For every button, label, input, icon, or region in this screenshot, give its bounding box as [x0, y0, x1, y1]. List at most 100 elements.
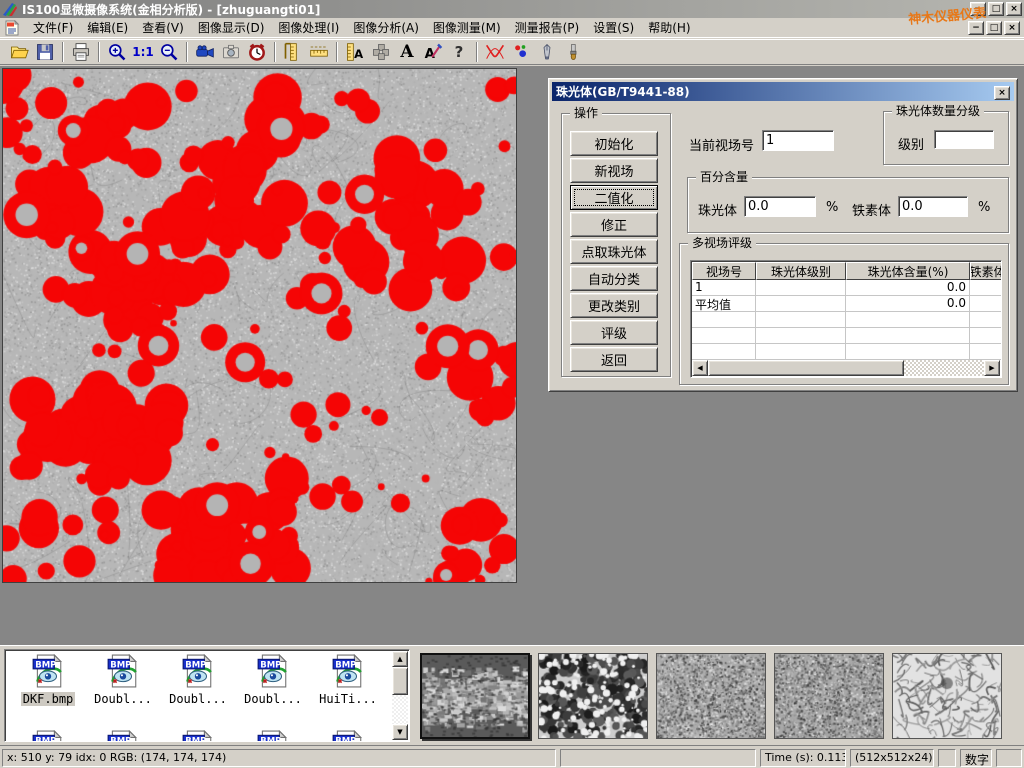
stamp-button[interactable] — [368, 41, 394, 63]
ruler-button[interactable] — [306, 41, 332, 63]
svg-text:BMP: BMP — [260, 660, 281, 670]
open-button[interactable] — [6, 41, 32, 63]
thumbnail-2[interactable] — [538, 653, 648, 739]
close-button[interactable]: × — [1006, 2, 1022, 16]
binarize-button[interactable]: 二值化 — [570, 185, 658, 210]
current-field-input[interactable] — [762, 130, 834, 151]
snapshot-button[interactable] — [218, 41, 244, 63]
child-restore-button[interactable]: □ — [986, 21, 1002, 35]
auto-classify-button[interactable]: 自动分类 — [570, 266, 658, 291]
file-item[interactable]: BMPHuiTi... — [311, 654, 385, 706]
rating-table: 视场号 珠光体级别 珠光体含量(%) 铁素体含量(%) 1 0.0 平均值 — [690, 260, 1002, 378]
minimize-button[interactable]: − — [970, 2, 986, 16]
file-item[interactable]: BMPDoubl... — [236, 654, 310, 706]
bmp-file-icon: BMP — [256, 730, 290, 742]
ruler-icon — [308, 42, 330, 62]
col-pearlite-level[interactable]: 珠光体级别 — [756, 262, 846, 280]
caliper-measure-button[interactable] — [280, 41, 306, 63]
empty-status-panel — [560, 749, 756, 767]
thumbnail-5[interactable] — [892, 653, 1002, 739]
menu-image-analysis[interactable]: 图像分析(A) — [346, 17, 426, 38]
rate-button[interactable]: 评级 — [570, 320, 658, 345]
file-scrollbar-thumb[interactable] — [392, 667, 408, 695]
svg-text:BMP: BMP — [110, 660, 131, 670]
level-input[interactable] — [934, 130, 994, 149]
child-minimize-button[interactable]: − — [968, 21, 984, 35]
scrollbar-thumb[interactable] — [708, 360, 904, 376]
pen-tool-button[interactable] — [534, 41, 560, 63]
table-row[interactable]: 平均值 0.0 — [692, 296, 1002, 312]
file-item[interactable]: BMP — [236, 730, 310, 742]
metallograph-image[interactable] — [2, 68, 517, 583]
clock-icon — [247, 42, 267, 62]
bmp-file-icon: BMP — [181, 730, 215, 742]
pearlite-dialog: 珠光体(GB/T9441-88) × 操作 初始化 新视场 二值化 修正 点取珠… — [548, 78, 1018, 392]
file-item[interactable]: BMP — [311, 730, 385, 742]
save-button[interactable] — [32, 41, 58, 63]
file-item[interactable]: BMP — [161, 730, 235, 742]
zoom-in-button[interactable] — [104, 41, 130, 63]
menu-image-processing[interactable]: 图像处理(I) — [271, 17, 346, 38]
menu-edit[interactable]: 编辑(E) — [80, 17, 135, 38]
svg-text:A: A — [354, 47, 363, 61]
dialog-title-bar[interactable]: 珠光体(GB/T9441-88) × — [552, 82, 1014, 101]
bmp-file-icon: BMP — [256, 654, 290, 688]
col-ferrite-pct[interactable]: 铁素体含量(%) — [970, 262, 1002, 280]
file-name: DKF.bmp — [21, 692, 76, 706]
restore-button[interactable]: □ — [988, 2, 1004, 16]
menu-measure-report[interactable]: 测量报告(P) — [508, 17, 587, 38]
curve-cut-button[interactable] — [482, 41, 508, 63]
child-close-button[interactable]: × — [1004, 21, 1020, 35]
ferrite-percent-input[interactable] — [898, 196, 968, 217]
new-field-button[interactable]: 新视场 — [570, 158, 658, 183]
measure-text-button[interactable]: A — [342, 41, 368, 63]
title-bar: IS100显微摄像系统(金相分析版) - [zhuguangti01] − □ … — [0, 0, 1024, 18]
open-folder-icon — [8, 42, 30, 62]
svg-text:BMP: BMP — [335, 660, 356, 670]
thumbnail-4[interactable] — [774, 653, 884, 739]
toolbar-separator — [98, 42, 100, 62]
brush-tool-button[interactable] — [560, 41, 586, 63]
col-field-no[interactable]: 视场号 — [692, 262, 756, 280]
initialize-button[interactable]: 初始化 — [570, 131, 658, 156]
file-item[interactable]: BMPDoubl... — [86, 654, 160, 706]
print-button[interactable] — [68, 41, 94, 63]
scroll-up-icon[interactable]: ▲ — [392, 651, 408, 667]
timer-button[interactable] — [244, 41, 270, 63]
particle-classify-button[interactable] — [508, 41, 534, 63]
correct-button[interactable]: 修正 — [570, 212, 658, 237]
file-item[interactable]: BMPDoubl... — [161, 654, 235, 706]
menu-view[interactable]: 查看(V) — [135, 17, 191, 38]
bmp-file-icon: BMP — [31, 730, 65, 742]
pearlite-percent-input[interactable] — [744, 196, 816, 217]
return-button[interactable]: 返回 — [570, 347, 658, 372]
actual-size-button[interactable]: 1:1 — [130, 41, 156, 63]
video-capture-button[interactable] — [192, 41, 218, 63]
zoom-out-button[interactable] — [156, 41, 182, 63]
help-button[interactable]: ? — [446, 41, 472, 63]
pen-icon — [538, 42, 556, 62]
empty-status-panel — [996, 749, 1022, 767]
menu-file[interactable]: 文件(F) — [26, 17, 80, 38]
scrollbar-track[interactable] — [904, 360, 984, 376]
change-class-button[interactable]: 更改类别 — [570, 293, 658, 318]
file-item[interactable]: BMP — [86, 730, 160, 742]
scroll-left-icon[interactable]: ◀ — [692, 360, 708, 376]
scroll-right-icon[interactable]: ▶ — [984, 360, 1000, 376]
video-camera-icon — [194, 42, 216, 62]
menu-help[interactable]: 帮助(H) — [641, 17, 697, 38]
thumbnail-3[interactable] — [656, 653, 766, 739]
menu-image-measure[interactable]: 图像测量(M) — [426, 17, 508, 38]
file-item[interactable]: BMPDKF.bmp — [11, 654, 85, 706]
text-tool-button[interactable]: A — [394, 41, 420, 63]
col-pearlite-pct[interactable]: 珠光体含量(%) — [846, 262, 970, 280]
file-item[interactable]: BMP — [11, 730, 85, 742]
dialog-close-button[interactable]: × — [994, 86, 1010, 100]
thumbnail-1[interactable] — [420, 653, 530, 739]
table-row[interactable]: 1 0.0 — [692, 280, 1002, 296]
pick-pearlite-button[interactable]: 点取珠光体 — [570, 239, 658, 264]
scroll-down-icon[interactable]: ▼ — [392, 724, 408, 740]
menu-settings[interactable]: 设置(S) — [586, 17, 641, 38]
annotate-tool-button[interactable]: A — [420, 41, 446, 63]
menu-image-display[interactable]: 图像显示(D) — [191, 17, 272, 38]
